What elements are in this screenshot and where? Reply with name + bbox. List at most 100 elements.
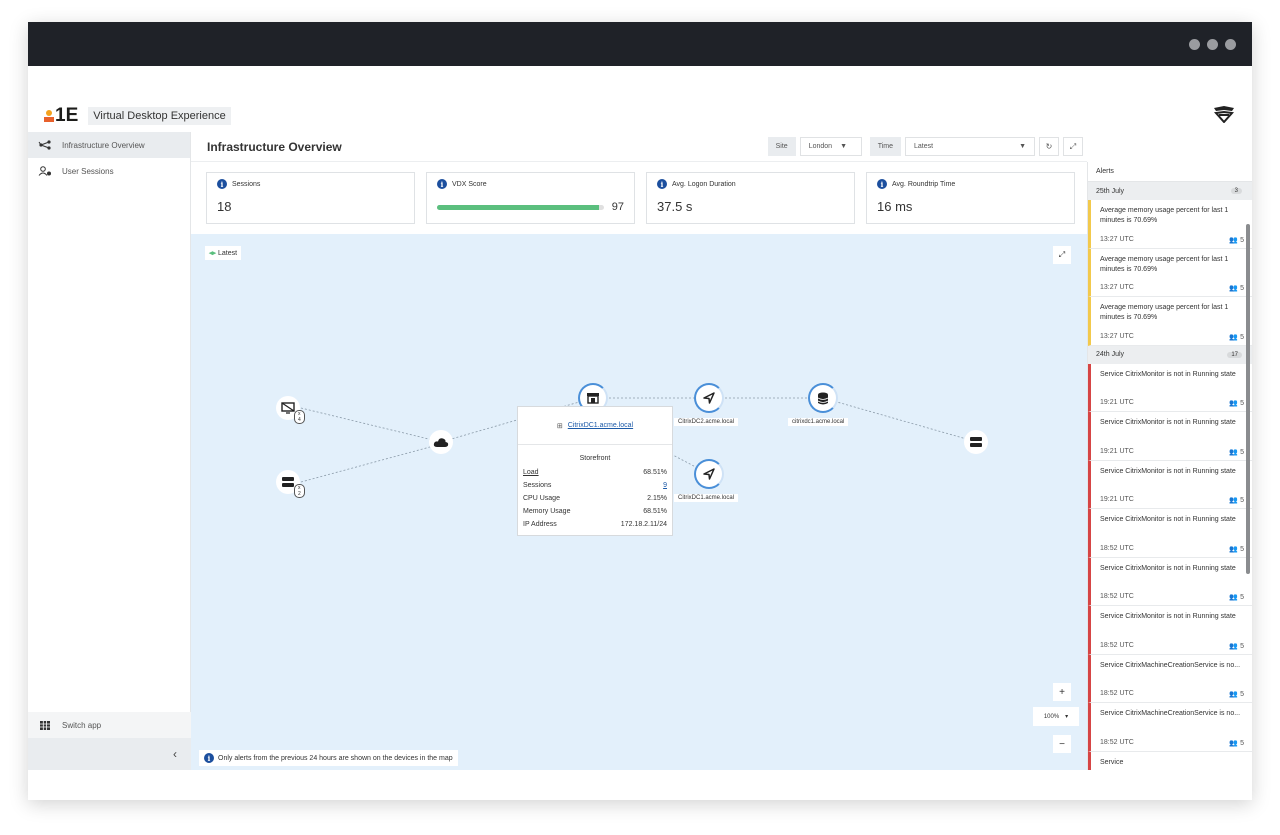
expand-icon: ⤢	[1069, 141, 1077, 151]
citrixdc1-node[interactable]	[694, 459, 724, 489]
info-icon: i	[437, 179, 447, 189]
alert-time: 18:52 UTC	[1100, 544, 1134, 552]
alert-item[interactable]: Service CitrixMachineCreationService is …	[1088, 654, 1252, 703]
sidebar-item-label: User Sessions	[62, 166, 114, 176]
alert-time: 13:27 UTC	[1100, 284, 1134, 291]
latest-indicator: ◂▸ Latest	[205, 246, 242, 260]
app-name: Virtual Desktop Experience	[88, 107, 231, 125]
alert-time: 18:52 UTC	[1100, 690, 1134, 697]
detail-value: 2.15%	[647, 495, 667, 502]
alert-item[interactable]: Average memory usage percent for last 1 …	[1088, 297, 1252, 346]
zoom-out-button[interactable]: −	[1053, 735, 1071, 753]
affected-users: 👥 5	[1229, 545, 1244, 553]
alert-item[interactable]: Average memory usage percent for last 1 …	[1088, 200, 1252, 249]
alert-item[interactable]: Service CitrixMachineCreationService is …	[1088, 703, 1252, 752]
windows-icon: ⊞	[556, 422, 563, 430]
time-label: Time	[869, 137, 901, 156]
users-icon: 👥	[1229, 236, 1239, 244]
zoom-in-button[interactable]: +	[1053, 683, 1071, 701]
refresh-button[interactable]: ↻	[1039, 137, 1059, 156]
desktop-group-node[interactable]: x 4	[276, 396, 305, 424]
info-icon: i	[204, 753, 214, 763]
info-icon: i	[657, 179, 667, 189]
users-icon: 👥	[1229, 448, 1239, 456]
server-node[interactable]	[964, 430, 988, 454]
collapse-sidebar-button[interactable]: ‹	[28, 738, 191, 770]
alert-time: 13:27 UTC	[1100, 235, 1134, 243]
users-icon: 👥	[1229, 545, 1239, 553]
map-expand-button[interactable]: ⤢	[1053, 246, 1071, 264]
sidebar-footer: Switch app ‹	[28, 712, 191, 770]
alert-group-header[interactable]: 24th July 17	[1088, 345, 1252, 364]
alert-item[interactable]: Service CitrixMonitor is not in Running …	[1088, 557, 1252, 606]
site-select[interactable]: London ▼	[799, 137, 862, 156]
detail-row: Load 68.51%	[518, 466, 672, 479]
users-icon: 👥	[1229, 691, 1239, 698]
database-icon	[817, 392, 829, 404]
node-details-popup: ⊞ CitrixDC1.acme.local Storefront Load 68.…	[517, 406, 673, 536]
card-title: Avg. Logon Duration	[672, 180, 736, 188]
infrastructure-map[interactable]: ◂▸ Latest ⤢ x 4 x 2 CitrixDC2.acme.local	[191, 234, 1087, 770]
alert-item[interactable]: Service CitrixMonitor is not in Running …	[1088, 606, 1252, 655]
affected-users: 👥 5	[1229, 496, 1244, 504]
users-icon: 👥	[1229, 285, 1239, 292]
zoom-level-select[interactable]: 100% ▾	[1033, 707, 1079, 726]
sidebar-item-user-sessions[interactable]: User Sessions	[28, 158, 190, 184]
kpi-cards: i Sessions 18 i VDX Score 97 i Avg. Logon D…	[206, 172, 1075, 224]
filters-bar: Site London ▼ Time Latest ▼ ↻ ⤢	[767, 137, 1083, 156]
alert-message: Service CitrixMonitor is not in Running …	[1100, 467, 1236, 475]
alert-message: Average memory usage percent for last 1 …	[1100, 255, 1229, 273]
detail-row: Memory Usage 68.51%	[518, 505, 672, 518]
alert-item[interactable]: Average memory usage percent for last 1 …	[1088, 248, 1252, 297]
sessions-card: i Sessions 18	[206, 172, 415, 224]
switch-app-button[interactable]: Switch app	[28, 712, 191, 738]
vdx-score-bar	[437, 204, 604, 210]
alerts-scrollbar[interactable]	[1246, 224, 1250, 574]
affected-users-count: 5	[1240, 739, 1244, 747]
alert-message: Service CitrixMonitor is not in Running …	[1100, 613, 1236, 620]
window-menu-icon[interactable]	[1189, 39, 1236, 50]
alerts-panel: Alerts 25th July 3 Average memory usage pe…	[1087, 162, 1252, 770]
affected-users: 👥 5	[1229, 593, 1244, 601]
time-select[interactable]: Latest ▼	[905, 137, 1035, 156]
card-title: Avg. Roundtrip Time	[892, 180, 956, 188]
fullscreen-button[interactable]: ⤢	[1063, 137, 1083, 156]
alert-item[interactable]: Service CitrixMonitor is not in Running …	[1088, 412, 1252, 461]
alert-item[interactable]: Service	[1088, 751, 1252, 770]
count-badge: x 2	[294, 484, 305, 498]
info-icon: i	[877, 179, 887, 189]
server-group-node[interactable]: x 2	[276, 470, 305, 498]
affected-users: 👥 5	[1229, 448, 1244, 456]
detail-row: Sessions 9	[518, 479, 672, 492]
detail-value: 172.18.2.11/24	[620, 521, 667, 528]
alert-item[interactable]: Service CitrixMonitor is not in Running …	[1088, 460, 1252, 509]
logon-duration-card: i Avg. Logon Duration 37.5 s	[646, 172, 855, 224]
caret-down-icon: ▼	[1019, 143, 1026, 150]
alert-message: Service CitrixMonitor is not in Running …	[1100, 419, 1236, 426]
user-profile-icon[interactable]	[1212, 105, 1236, 123]
citrixdc1-database-node[interactable]	[808, 383, 838, 413]
affected-users-count: 5	[1240, 594, 1244, 601]
alert-message: Service	[1100, 758, 1124, 766]
detail-key[interactable]: Load	[523, 469, 539, 476]
sidebar-item-infrastructure-overview[interactable]: Infrastructure Overview	[28, 132, 190, 158]
sidebar-item-label: Infrastructure Overview	[62, 140, 145, 150]
alert-item[interactable]: Service CitrixMonitor is not in Running …	[1088, 363, 1252, 412]
info-icon: i	[217, 179, 227, 189]
map-note: i Only alerts from the previous 24 hours …	[199, 750, 458, 766]
host-link[interactable]: CitrixDC1.acme.local	[568, 422, 633, 429]
alert-message: Service CitrixMachineCreationService is …	[1100, 710, 1241, 717]
sessions-link[interactable]: 9	[663, 482, 667, 489]
affected-users-count: 5	[1240, 333, 1244, 341]
title-bar	[28, 22, 1252, 66]
alert-message: Service CitrixMonitor is not in Running …	[1100, 516, 1236, 523]
monitor-off-icon	[281, 402, 295, 414]
alert-group-header[interactable]: 25th July 3	[1088, 182, 1252, 200]
citrixdc2-node[interactable]	[694, 383, 724, 413]
users-icon: 👥	[1229, 739, 1239, 747]
alerts-title: Alerts	[1088, 162, 1252, 182]
cloud-node[interactable]	[429, 430, 453, 454]
chevron-left-icon: ‹	[173, 747, 177, 761]
alert-item[interactable]: Service CitrixMonitor is not in Running …	[1088, 509, 1252, 558]
users-icon: 👥	[1229, 333, 1239, 341]
